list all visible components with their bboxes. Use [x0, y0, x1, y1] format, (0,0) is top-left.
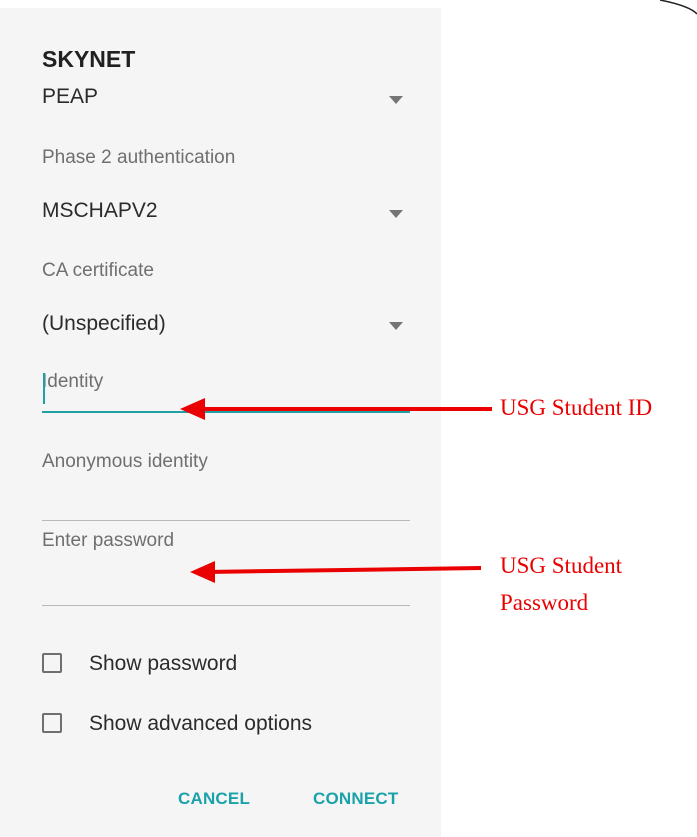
- left-arrow-icon: [190, 561, 482, 583]
- left-arrow-icon: [180, 398, 492, 420]
- password-annotation-line2: Password: [500, 590, 589, 615]
- password-annotation-line1: USG Student: [500, 553, 623, 578]
- identity-annotation: USG Student ID: [500, 395, 653, 420]
- screenshot-canvas: SKYNET PEAP Phase 2 authentication MSCHA…: [0, 0, 697, 837]
